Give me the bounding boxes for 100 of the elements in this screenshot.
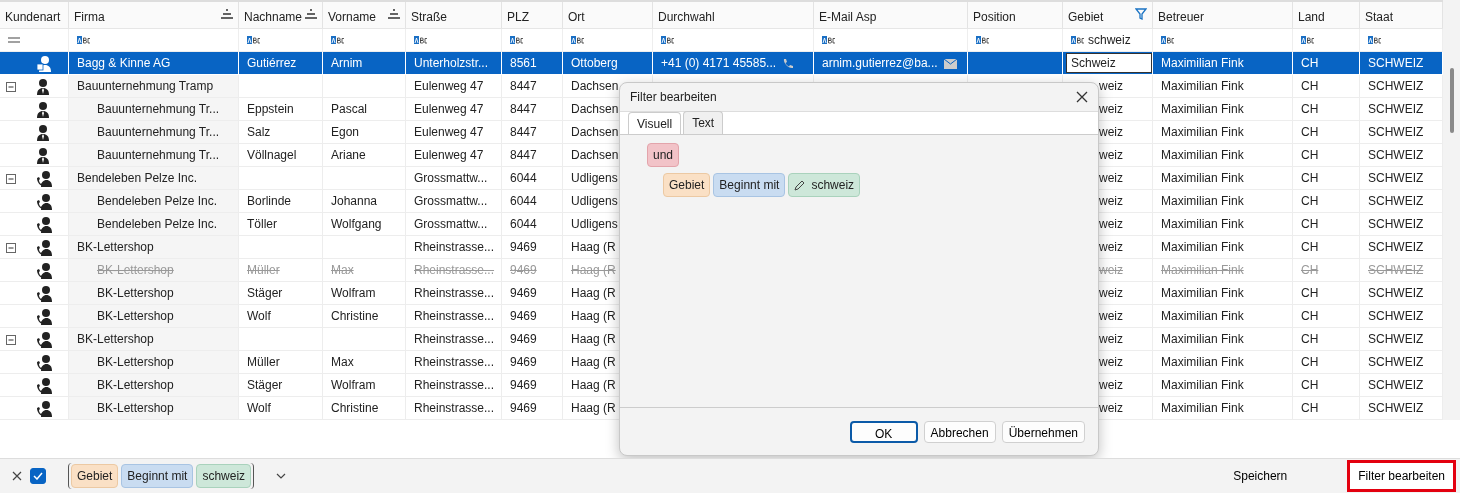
sort-icon[interactable] [220, 8, 233, 20]
field-chip[interactable]: Gebiet [71, 464, 119, 488]
table-cell: 8447 [502, 75, 563, 98]
phone-icon[interactable] [782, 57, 795, 70]
table-cell: BK-Lettershop [69, 374, 239, 397]
checkbox[interactable] [30, 468, 46, 484]
table-cell: Eppstein [239, 98, 323, 121]
mail-icon[interactable] [943, 58, 957, 69]
text-filter-icon[interactable] [571, 35, 585, 45]
table-cell: 8561 [502, 52, 563, 75]
table-cell: SCHWEIZ [1360, 167, 1443, 190]
operator-chip[interactable]: Beginnt mit [713, 173, 786, 197]
collapse-icon[interactable] [6, 81, 16, 92]
operator-chip[interactable]: und [647, 143, 680, 167]
close-icon[interactable] [1076, 91, 1088, 103]
column-header[interactable]: Kundenart [0, 2, 69, 28]
column-header[interactable]: Durchwahl [653, 2, 814, 28]
table-cell: SCHWEIZ [1360, 374, 1443, 397]
table-cell: Müller [239, 351, 323, 374]
text-filter-icon[interactable] [1161, 35, 1175, 45]
filter-value[interactable]: schweiz [1088, 31, 1131, 49]
table-cell: SCHWEIZ [1360, 75, 1443, 98]
field-chip[interactable]: Gebiet [663, 173, 711, 197]
table-cell: Wolfram [323, 282, 406, 305]
column-header[interactable]: Nachname [239, 2, 323, 28]
column-header[interactable]: Land [1293, 2, 1360, 28]
table-cell: Rheinstrasse... [406, 328, 502, 351]
table-cell: Maximilian Fink [1153, 75, 1293, 98]
operator-chip[interactable]: Beginnt mit [121, 464, 194, 488]
scrollbar-thumb[interactable] [1450, 68, 1454, 133]
equals-icon[interactable] [8, 37, 20, 43]
table-cell: Rheinstrasse... [406, 236, 502, 259]
filter-icon[interactable] [1135, 8, 1147, 20]
table-cell: Eulenweg 47 [406, 144, 502, 167]
table-row[interactable]: Bagg & Kinne AG Gutiérrez Arnim Unterholzstr... 8561 Ottoberg +41 (0) 4171 45585... arnim.gutierrez@ba... Schweiz Maximilian Fink CH SCHWEIZ [0, 52, 1443, 75]
table-cell: CH [1293, 98, 1360, 121]
chevron-down-icon[interactable] [276, 473, 287, 479]
scrollbar[interactable] [1443, 0, 1460, 420]
table-cell: Stäger [239, 374, 323, 397]
text-filter-icon[interactable] [1301, 35, 1315, 45]
text-filter-icon[interactable] [414, 35, 428, 45]
contact-phone-icon [36, 239, 53, 257]
column-header[interactable]: E-Mail Asp [814, 2, 968, 28]
text-filter-icon[interactable] [77, 35, 91, 45]
value-chip[interactable]: schweiz [196, 464, 252, 488]
save-button[interactable]: Speichern [1225, 463, 1296, 489]
text-filter-icon[interactable] [1368, 35, 1382, 45]
contact-phone-icon [36, 193, 53, 211]
text-filter-icon[interactable] [510, 35, 524, 45]
table-cell: BK-Lettershop [69, 282, 239, 305]
cell-input[interactable]: Schweiz [1066, 53, 1152, 73]
table-cell: CH [1293, 374, 1360, 397]
contact-phone-icon [36, 285, 53, 303]
contact-phone-icon [36, 308, 53, 326]
column-header[interactable]: Vorname [323, 2, 406, 28]
table-cell: SCHWEIZ [1360, 282, 1443, 305]
table-cell: Bauunternehmung Tr... [69, 121, 239, 144]
column-header[interactable]: Firma [69, 2, 239, 28]
edit-filter-button[interactable]: Filter bearbeiten [1347, 460, 1456, 492]
table-cell: Maximilian Fink [1153, 144, 1293, 167]
collapse-icon[interactable] [6, 334, 16, 345]
table-cell: Eulenweg 47 [406, 121, 502, 144]
clear-icon[interactable] [12, 471, 22, 481]
table-cell: Maximilian Fink [1153, 52, 1293, 75]
table-cell: Bendeleben Pelze Inc. [69, 167, 239, 190]
dialog-button[interactable]: Abbrechen [923, 420, 996, 443]
column-header[interactable]: Betreuer [1153, 2, 1293, 28]
column-header[interactable]: Staat [1360, 2, 1443, 28]
table-cell: Stäger [239, 282, 323, 305]
text-filter-icon[interactable] [331, 35, 345, 45]
table-cell: Ariane [323, 144, 406, 167]
tab[interactable]: Text [683, 111, 724, 134]
dialog-button[interactable]: Übernehmen [1001, 420, 1085, 443]
sort-icon[interactable] [387, 8, 400, 20]
tab[interactable]: Visuell [628, 112, 682, 134]
column-header[interactable]: Position [968, 2, 1063, 28]
table-cell: BK-Lettershop [69, 328, 239, 351]
text-filter-icon[interactable] [247, 35, 261, 45]
table-cell: BK-Lettershop [69, 397, 239, 420]
filter-expression[interactable]: Gebiet Beginnt mit schweiz [68, 463, 255, 489]
sort-icon[interactable] [304, 8, 317, 20]
column-header[interactable]: Straße [406, 2, 502, 28]
table-cell: CH [1293, 282, 1360, 305]
text-filter-icon[interactable] [1071, 35, 1085, 45]
text-filter-icon[interactable] [976, 35, 990, 45]
table-cell: SCHWEIZ [1360, 305, 1443, 328]
column-header[interactable]: PLZ [502, 2, 563, 28]
column-header[interactable]: Ort [563, 2, 653, 28]
column-header[interactable]: Gebiet [1063, 2, 1153, 28]
table-cell: CH [1293, 121, 1360, 144]
text-filter-icon[interactable] [661, 35, 675, 45]
dialog-button[interactable]: OK [849, 420, 918, 443]
table-cell: Maximilian Fink [1153, 167, 1293, 190]
table-cell: Christine [323, 305, 406, 328]
collapse-icon[interactable] [6, 173, 16, 184]
value-chip[interactable]: schweiz [788, 173, 861, 197]
text-filter-icon[interactable] [822, 35, 836, 45]
collapse-icon[interactable] [6, 242, 16, 253]
table-cell: 6044 [502, 167, 563, 190]
table-cell: SCHWEIZ [1360, 121, 1443, 144]
